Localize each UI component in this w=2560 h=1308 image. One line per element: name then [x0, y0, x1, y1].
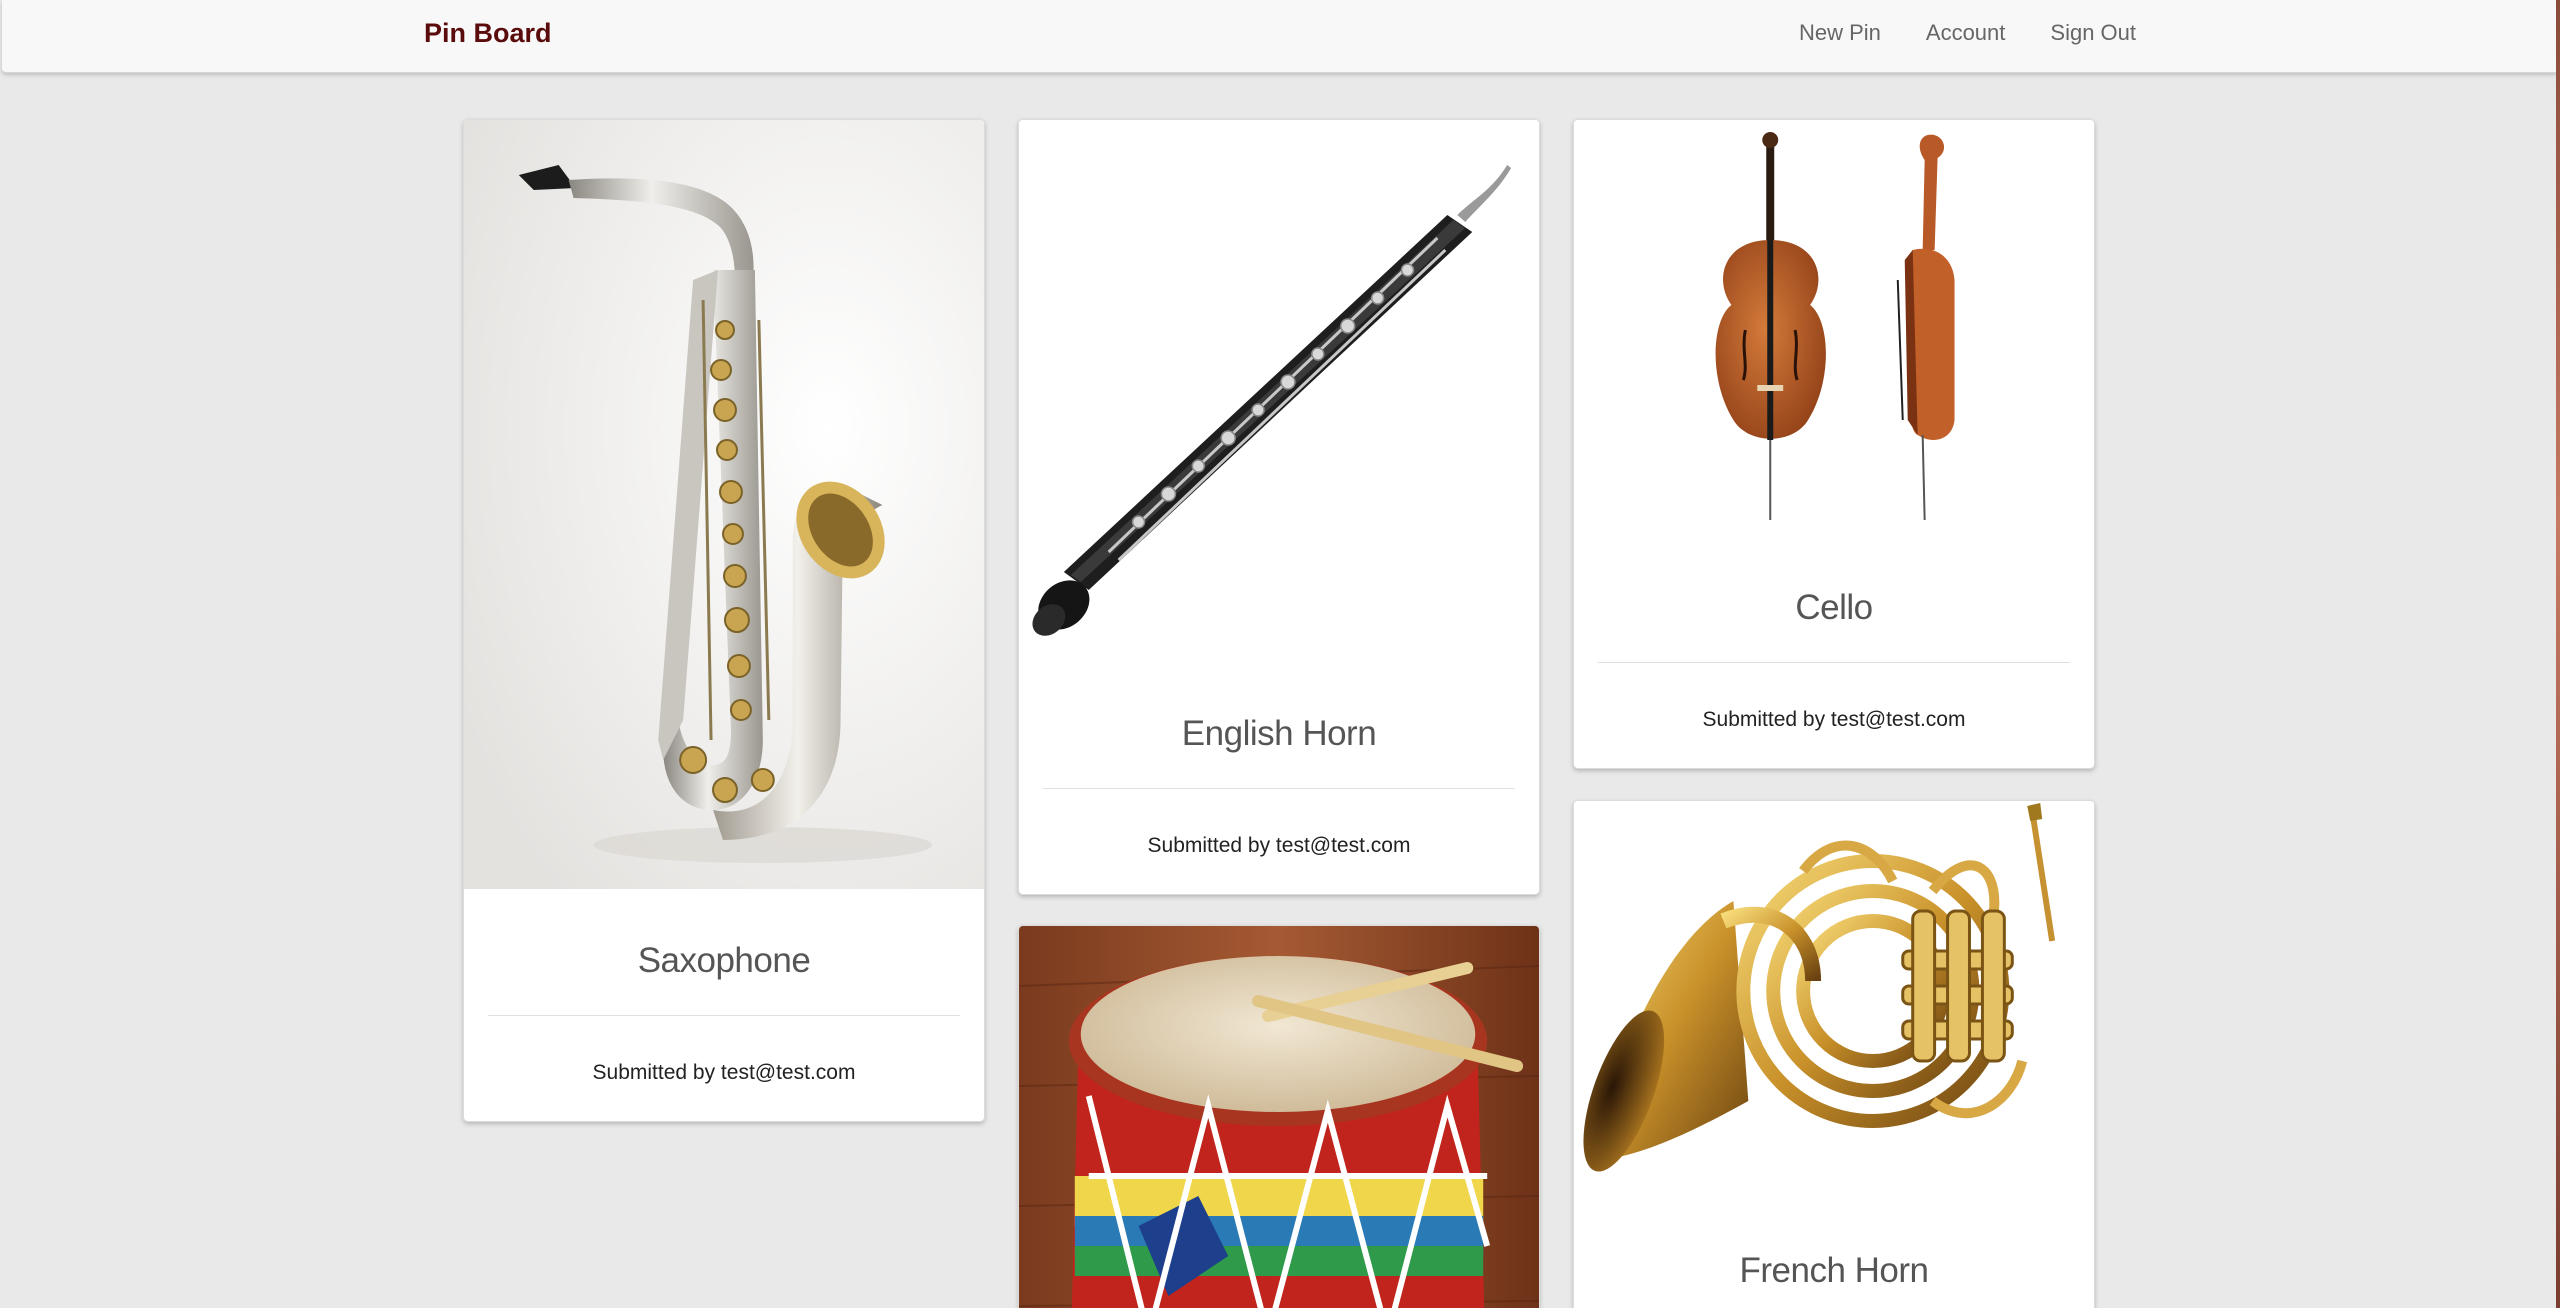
pin-card-saxophone[interactable]: Saxophone Submitted by test@test.com — [463, 119, 985, 1122]
navbar: Pin Board New Pin Account Sign Out — [2, 0, 2558, 73]
pin-title: Cello — [1795, 588, 1873, 627]
nav-new-pin-link[interactable]: New Pin — [1799, 18, 1881, 48]
cello-image[interactable] — [1574, 120, 2094, 536]
pin-card-drum[interactable] — [1018, 925, 1540, 1308]
french-horn-image[interactable] — [1574, 801, 2094, 1206]
pin-submitter: Submitted by test@test.com — [1702, 708, 1966, 731]
card-divider — [1043, 788, 1515, 789]
english-horn-illustration — [1019, 120, 1539, 662]
french-horn-illustration — [1574, 801, 2094, 1206]
saxophone-illustration — [464, 120, 984, 889]
nav-account-link[interactable]: Account — [1926, 18, 2006, 48]
brand-logo-link[interactable]: Pin Board — [424, 16, 552, 50]
pin-submitter: Submitted by test@test.com — [1147, 834, 1411, 857]
nav-links: New Pin Account Sign Out — [1754, 18, 2136, 48]
pin-title: French Horn — [1739, 1251, 1929, 1290]
saxophone-image[interactable] — [464, 120, 984, 889]
english-horn-image[interactable] — [1019, 120, 1539, 662]
cello-illustration — [1574, 120, 2094, 536]
pin-card-french-horn[interactable]: French Horn — [1573, 800, 2095, 1308]
page-edge-strip — [2556, 0, 2560, 1308]
pin-card-english-horn[interactable]: English Horn Submitted by test@test.com — [1018, 119, 1540, 895]
pin-submitter: Submitted by test@test.com — [592, 1061, 856, 1084]
nav-sign-out-link[interactable]: Sign Out — [2050, 18, 2136, 48]
drum-image[interactable] — [1019, 926, 1539, 1308]
pin-card-cello[interactable]: Cello Submitted by test@test.com — [1573, 119, 2095, 769]
pin-title: English Horn — [1181, 714, 1377, 753]
card-divider — [488, 1015, 960, 1016]
drum-illustration — [1019, 926, 1539, 1308]
pin-title: Saxophone — [637, 941, 811, 980]
card-divider — [1598, 662, 2070, 663]
